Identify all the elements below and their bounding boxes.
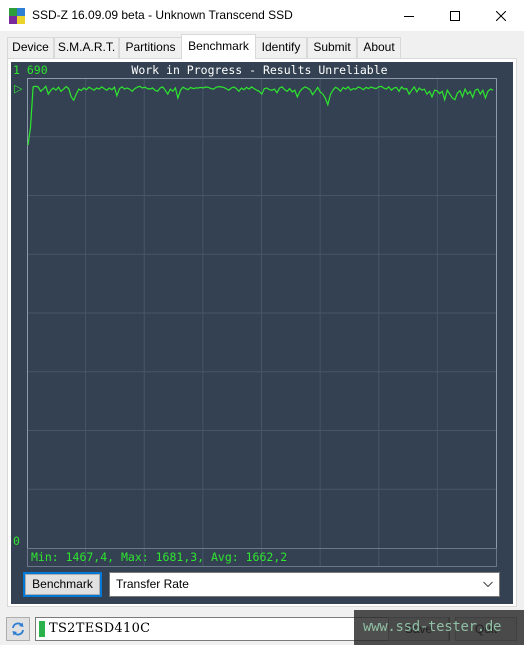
window-title: SSD-Z 16.09.09 beta - Unknown Transcend … (32, 8, 293, 22)
current-value-marker-icon: ▷ (14, 82, 23, 95)
tab-identify[interactable]: Identify (255, 37, 307, 58)
chevron-down-icon (483, 581, 493, 588)
series-line-transfer-rate (27, 85, 494, 146)
watermark-text: www.ssd-tester.de (363, 619, 502, 635)
benchmark-mode-value: Transfer Rate (116, 577, 189, 591)
tab-partitions[interactable]: Partitions (119, 37, 182, 58)
close-button[interactable] (478, 0, 524, 31)
chart-canvas: Work in Progress - Results Unreliable 1 … (13, 63, 497, 567)
watermark-overlay: www.ssd-tester.de (354, 610, 524, 645)
refresh-icon (12, 622, 24, 636)
app-icon (9, 8, 25, 24)
tab-benchmark[interactable]: Benchmark (181, 34, 256, 59)
minimize-button[interactable] (386, 0, 432, 31)
refresh-button[interactable] (6, 617, 30, 641)
stats-label: Min: 1467,4, Max: 1681,3, Avg: 1662,2 (31, 550, 287, 564)
drive-status-led (39, 621, 45, 637)
benchmark-mode-select[interactable]: Transfer Rate (109, 572, 500, 597)
benchmark-chart: Work in Progress - Results Unreliable 1 … (11, 62, 513, 604)
maximize-icon (450, 10, 460, 21)
benchmark-panel: Work in Progress - Results Unreliable 1 … (7, 58, 517, 607)
chart-grid (27, 78, 496, 566)
benchmark-button[interactable]: Benchmark (23, 572, 102, 597)
close-icon (496, 10, 506, 21)
tab-device[interactable]: Device (7, 37, 54, 58)
minimize-icon (404, 15, 414, 17)
y-axis-min-label: 0 (13, 534, 20, 548)
tab-about[interactable]: About (357, 37, 401, 58)
maximize-button[interactable] (432, 0, 478, 31)
tab-smart[interactable]: S.M.A.R.T. (54, 37, 119, 58)
y-axis-max-label: 1 690 (13, 63, 48, 77)
tab-submit[interactable]: Submit (307, 37, 357, 58)
drive-name: TS2TESD410C (49, 621, 151, 636)
title-bar: SSD-Z 16.09.09 beta - Unknown Transcend … (0, 0, 524, 31)
chart-title: Work in Progress - Results Unreliable (131, 63, 387, 77)
